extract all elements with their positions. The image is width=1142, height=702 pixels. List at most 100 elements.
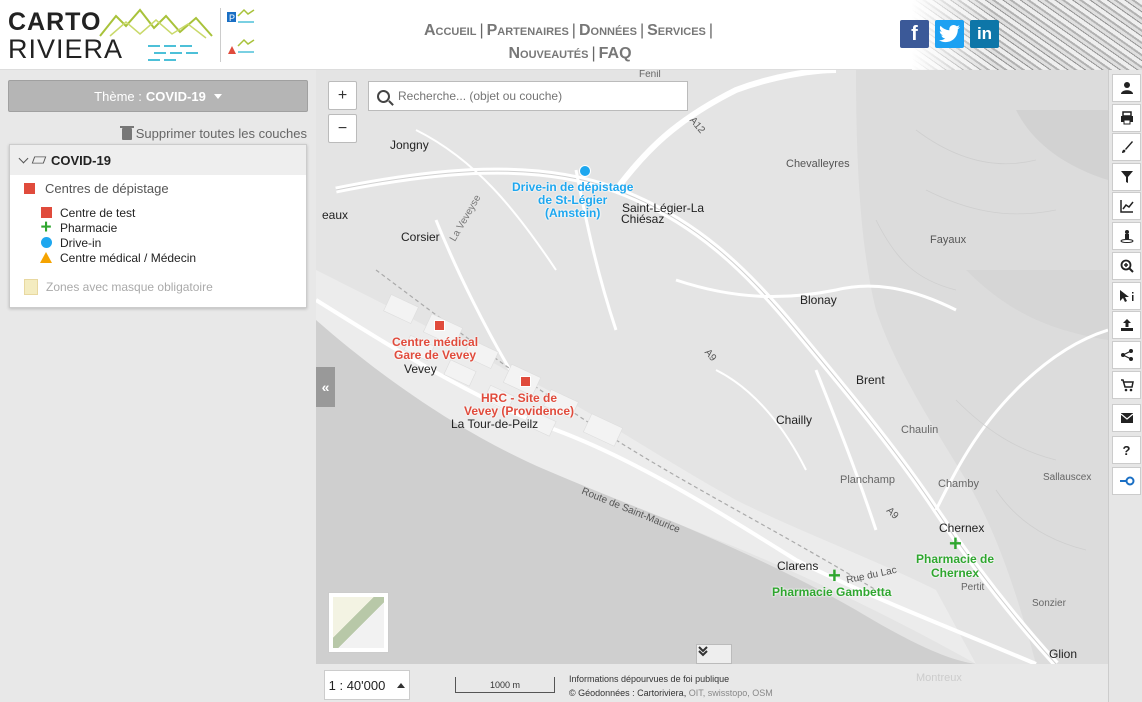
nav-donnees[interactable]: Données (579, 22, 637, 39)
brush-icon[interactable] (1112, 133, 1141, 161)
copyright-links[interactable]: OIT, swisstopo, OSM (689, 688, 773, 698)
main-nav: Accueil | Partenaires | Données | Services | No… (400, 19, 740, 65)
legend-layer-testing-centres[interactable]: Centres de dépistage (24, 181, 169, 196)
facebook-icon[interactable]: f (900, 20, 929, 48)
legend-item-label: Centre de test (60, 205, 136, 220)
cart-icon[interactable] (1112, 371, 1141, 399)
svg-text:P: P (229, 13, 235, 23)
help-icon[interactable]: ? (1112, 436, 1141, 464)
pharmacy-marker[interactable]: + (828, 565, 841, 587)
test-centre-marker[interactable] (434, 320, 445, 331)
layer-group-header[interactable]: COVID-19 (10, 145, 306, 175)
nav-faq[interactable]: FAQ (599, 45, 632, 62)
parking-logo-icon: P (227, 8, 255, 23)
layer-panel: Thème : COVID-19 Supprimer toutes les co… (0, 70, 316, 702)
nav-accueil[interactable]: Accueil (424, 22, 477, 39)
place-label: Vevey (404, 362, 437, 376)
chevron-down-icon[interactable] (18, 153, 29, 163)
poi-label-line: Pharmacie de (916, 552, 995, 566)
logo[interactable]: CARTO RIVIERA P (8, 6, 258, 64)
red-square-icon (24, 183, 35, 194)
scale-selector[interactable]: 1 : 40'000 (324, 670, 410, 700)
blue-circle-icon (40, 237, 52, 249)
place-label: Brent (856, 373, 885, 387)
measure-icon[interactable] (1112, 467, 1141, 495)
poi-label-line: Vevey (Providence) (464, 404, 575, 418)
upload-icon[interactable] (1112, 311, 1141, 339)
legend-item: Centre de test (40, 205, 196, 220)
caret-down-icon (213, 93, 222, 99)
expand-bottom-button[interactable] (696, 644, 732, 664)
info-cursor-icon[interactable] (1112, 282, 1141, 310)
map-canvas[interactable]: Jongny Corsier eaux Vevey Saint-Légier-L… (316, 70, 1108, 664)
collapse-panel-button[interactable]: « (316, 367, 335, 407)
chart-icon[interactable] (1112, 192, 1141, 220)
legend-layer-mask-zones[interactable]: Zones avec masque obligatoire (24, 279, 213, 295)
place-label: eaux (322, 208, 349, 222)
place-label: Fayaux (930, 234, 967, 246)
nav-nouveautes[interactable]: Nouveautés (508, 45, 588, 62)
place-label: Glion (1049, 647, 1078, 661)
poi-label-centre-medical[interactable]: Centre médical Gare de Vevey (392, 336, 478, 362)
legend-item-label: Drive-in (60, 235, 102, 250)
place-label: La Tour-de-Peilz (451, 417, 539, 431)
zoom-icon[interactable] (1112, 252, 1141, 280)
twitter-icon[interactable] (935, 20, 964, 48)
logo-separator (220, 8, 221, 62)
nav-separator: | (479, 22, 484, 39)
legend-item: + Pharmacie (40, 218, 196, 237)
hazard-logo-icon (228, 38, 255, 54)
right-toolbar: ? (1108, 70, 1142, 702)
legend-layer-label: Centres de dépistage (45, 181, 169, 196)
orange-triangle-icon (40, 252, 52, 264)
header: CARTO RIVIERA P Accueil | Partenaires | … (0, 0, 1142, 70)
poi-label-drive-in[interactable]: Drive-in de dépistage de St-Légier (Amst… (512, 181, 633, 220)
remove-all-layers-button[interactable]: Supprimer toutes les couches (119, 125, 307, 141)
filter-icon[interactable] (1112, 163, 1141, 191)
legend-list: Centre de test + Pharmacie Drive-in Cent… (40, 205, 196, 265)
basemap-switcher[interactable] (328, 592, 389, 653)
layer-group-title: COVID-19 (51, 152, 111, 168)
nav-services[interactable]: Services (647, 22, 706, 39)
poi-label-pharmacie-chernex[interactable]: Pharmacie de Chernex (916, 552, 994, 580)
zoom-out-button[interactable]: − (328, 114, 357, 143)
copyright: © Géodonnées : Cartoriviera, (569, 688, 687, 698)
poi-label-hrc[interactable]: HRC - Site de Vevey (Providence) (464, 392, 574, 418)
social-links: f in (900, 20, 999, 48)
user-icon[interactable] (1112, 74, 1141, 102)
attribution: Informations dépourvues de foi publique … (569, 672, 773, 700)
print-icon[interactable] (1112, 104, 1141, 132)
map-footer: 1 : 40'000 1000 m Informations dépourvue… (316, 664, 1108, 702)
linkedin-icon[interactable]: in (970, 20, 999, 48)
zones-label: Zones avec masque obligatoire (46, 280, 213, 294)
nav-partenaires[interactable]: Partenaires (487, 22, 569, 39)
nav-separator: | (571, 22, 576, 39)
legend-item-label: Centre médical / Médecin (60, 250, 197, 265)
theme-prefix: Thème : (94, 88, 142, 104)
double-chevron-down-icon (698, 646, 708, 657)
place-label: Montreux (916, 672, 962, 684)
search-bar[interactable] (368, 81, 688, 111)
layer-group-covid: COVID-19 Centres de dépistage Centre de … (9, 144, 307, 308)
drive-in-marker[interactable] (579, 165, 591, 177)
streetview-icon[interactable] (1112, 222, 1141, 250)
place-label: Chamby (938, 478, 979, 490)
zoom-in-button[interactable]: + (328, 81, 357, 110)
nav-separator: | (591, 45, 596, 62)
share-icon[interactable] (1112, 341, 1141, 369)
theme-selector[interactable]: Thème : COVID-19 (8, 80, 308, 112)
place-label: Planchamp (840, 474, 896, 486)
pharmacy-marker[interactable]: + (949, 533, 962, 555)
mail-icon[interactable] (1112, 404, 1141, 432)
nav-separator: | (639, 22, 645, 39)
remove-all-label: Supprimer toutes les couches (135, 126, 307, 141)
place-label: Corsier (401, 230, 440, 244)
test-centre-marker[interactable] (520, 376, 531, 387)
place-label: Sonzier (1032, 598, 1066, 609)
nav-separator: | (708, 22, 714, 39)
search-input[interactable] (398, 89, 668, 103)
place-label: Chevalleyres (786, 158, 850, 170)
poi-label-line: Gare de Vevey (393, 348, 477, 362)
poi-label-pharmacie-gambetta[interactable]: Pharmacie Gambetta (772, 585, 891, 599)
place-label: Fenil (639, 70, 661, 80)
